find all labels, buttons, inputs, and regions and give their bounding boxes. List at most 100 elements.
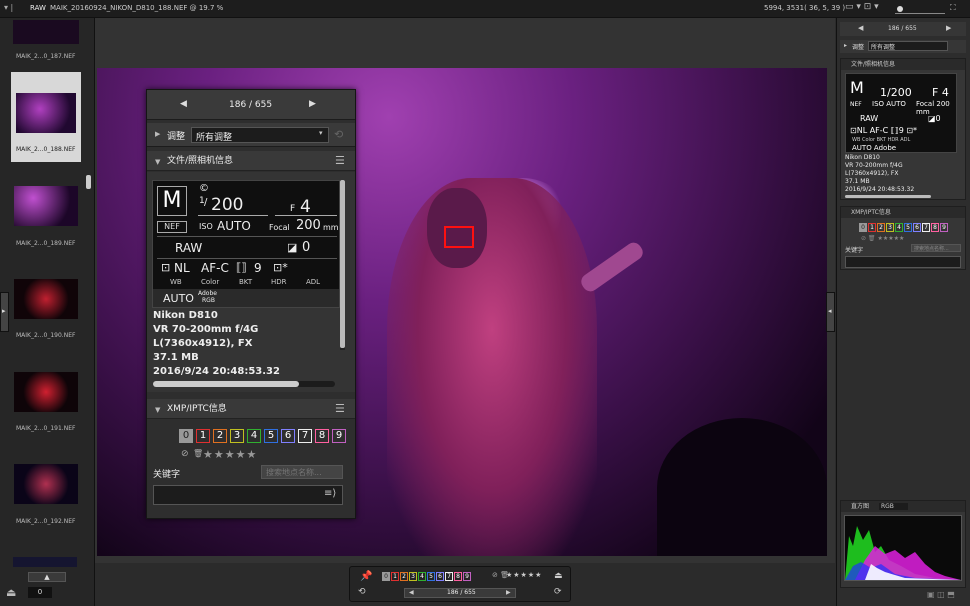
section-title[interactable]: 文件/照相机信息 (841, 59, 965, 70)
filmstrip-thumb[interactable] (14, 372, 78, 412)
image-size: L(7360x4912), FX (153, 338, 253, 349)
list-icon[interactable]: ☰ (335, 151, 345, 171)
histogram-channel-select[interactable]: RGB (878, 503, 908, 510)
right-xmp-section: XMP/IPTC信息 0123456789 ⊘ 🗑 ★★★★★ 关键字 搜索地点… (840, 206, 966, 270)
keyword-field[interactable] (845, 256, 961, 268)
color-label-2[interactable]: 2 (213, 429, 227, 443)
expand-icon[interactable]: ▶ (155, 130, 160, 138)
color-label-6[interactable]: 6 (281, 429, 295, 443)
color-label-7[interactable]: 7 (298, 429, 312, 443)
color-label-9[interactable]: 9 (332, 429, 346, 443)
rotate-left-icon[interactable]: ⟲ (358, 587, 366, 597)
filmstrip-thumb[interactable] (14, 279, 78, 319)
zoom-slider[interactable] (895, 3, 945, 14)
keyword-list-icon[interactable]: ≡⟩ (324, 488, 336, 499)
adjust-select[interactable]: 所有调整 ▾ (191, 127, 329, 143)
filmstrip-scroll-up[interactable]: ▲ (28, 572, 66, 582)
prev-image-button[interactable]: ◀ (409, 589, 414, 596)
rating-stars[interactable]: ⊘ 🗑 ★★★★★ (861, 235, 904, 242)
filmstrip-thumb[interactable] (14, 186, 78, 226)
section-title: XMP/IPTC信息 (167, 404, 227, 414)
bkt-label: BKT (239, 278, 253, 286)
rating-stars[interactable]: ★★★★★ (203, 448, 257, 461)
keyword-search-input[interactable] (261, 465, 343, 479)
color-label-6[interactable]: 6 (436, 572, 444, 581)
keyword-search-input[interactable]: 搜索地点名称... (911, 244, 961, 252)
color-label-0[interactable]: 0 (382, 572, 390, 581)
filmstrip-thumb[interactable] (13, 557, 77, 567)
horizontal-scrollbar[interactable] (845, 195, 931, 198)
next-image-button[interactable]: ▶ (946, 24, 951, 32)
histogram-header[interactable]: 直方图 RGB (841, 501, 965, 512)
color-label-5[interactable]: 5 (904, 223, 912, 232)
rating-stars[interactable]: ★★★★★ (506, 571, 542, 579)
thumb-caption: MAIK_2...0_191.NEF (16, 425, 76, 432)
color-label-9[interactable]: 9 (463, 572, 471, 581)
bottom-nav: ◀ 186 / 655 ▶ (404, 588, 516, 598)
fit-icon[interactable]: ⛶ (950, 3, 956, 13)
color-label-1[interactable]: 1 (868, 223, 876, 232)
horizontal-scrollbar[interactable] (153, 381, 335, 387)
filmstrip-thumb-top[interactable] (13, 20, 79, 44)
color-label-4[interactable]: 4 (247, 429, 261, 443)
panel-footer-icons[interactable]: ▣ ◫ ⬒ (927, 590, 955, 599)
rotate-right-icon[interactable]: ⟳ (554, 587, 562, 597)
print-icon[interactable]: ⏏ (554, 571, 563, 581)
color-label-9[interactable]: 9 (940, 223, 948, 232)
camera-section-header[interactable]: ▼ 文件/照相机信息 ☰ (147, 151, 355, 171)
color-label-3[interactable]: 3 (409, 572, 417, 581)
menu-icon[interactable]: ▾ | (4, 3, 13, 12)
section-title[interactable]: XMP/IPTC信息 (841, 207, 965, 218)
lens-model: VR 70-200mm f/4G (153, 324, 259, 335)
color-label-2[interactable]: 2 (877, 223, 885, 232)
trash-icon[interactable]: 🗑 (193, 449, 203, 458)
adjust-select-value: 所有调整 (871, 44, 896, 51)
filmstrip-thumb[interactable] (16, 93, 76, 133)
histogram-label: 直方图 (851, 503, 870, 510)
keyword-field[interactable]: ≡⟩ (153, 485, 343, 505)
zoom-thumb[interactable] (897, 6, 903, 12)
prev-image-button[interactable]: ◀ (858, 24, 863, 32)
color-label-4[interactable]: 4 (418, 572, 426, 581)
color-label-0[interactable]: 0 (859, 223, 867, 232)
next-image-button[interactable]: ▶ (309, 99, 316, 109)
file-size: 37.1 MB (845, 178, 870, 185)
color-label-6[interactable]: 6 (913, 223, 921, 232)
reset-icon[interactable]: ⟲ (334, 128, 343, 141)
color-space-2: RGB (202, 297, 215, 304)
color-label-1[interactable]: 1 (391, 572, 399, 581)
collapse-right-button[interactable]: ◂ (826, 292, 835, 332)
next-image-button[interactable]: ▶ (506, 589, 511, 596)
focal-label: Focal (269, 223, 290, 232)
palette-nav: ◀ 186 / 655 ▶ (147, 90, 355, 120)
color-label-1[interactable]: 1 (196, 429, 210, 443)
color-label-2[interactable]: 2 (400, 572, 408, 581)
color-label-3[interactable]: 3 (230, 429, 244, 443)
xmp-section-header[interactable]: ▼ XMP/IPTC信息 ☰ (147, 399, 355, 419)
filmstrip-thumb[interactable] (14, 464, 78, 504)
color-label-0[interactable]: 0 (179, 429, 193, 443)
stack-icon[interactable]: ⏏ (6, 586, 16, 599)
color-label-8[interactable]: 8 (315, 429, 329, 443)
view-mode-icons[interactable]: ▭ ▾ ⊡ ▾ (845, 2, 879, 12)
filmstrip-counter: 0 (28, 587, 52, 598)
reject-icon[interactable]: ⊘ (181, 449, 189, 459)
color-label-4[interactable]: 4 (895, 223, 903, 232)
color-label-8[interactable]: 8 (931, 223, 939, 232)
filmstrip-scrollbar[interactable] (86, 175, 91, 189)
color-label-7[interactable]: 7 (922, 223, 930, 232)
collapse-left-button[interactable]: ▸ (0, 292, 9, 332)
color-label-5[interactable]: 5 (427, 572, 435, 581)
color-label-8[interactable]: 8 (454, 572, 462, 581)
right-nav: ◀ 186 / 655 ▶ (840, 22, 966, 36)
color-label-3[interactable]: 3 (886, 223, 894, 232)
hdr-label: HDR (271, 278, 287, 286)
pin-icon[interactable]: 📌 (360, 571, 372, 582)
color-label-7[interactable]: 7 (445, 572, 453, 581)
adjust-select[interactable]: 所有调整 (868, 41, 948, 51)
palette-scrollbar[interactable] (340, 180, 345, 350)
color-label-5[interactable]: 5 (264, 429, 278, 443)
list-icon[interactable]: ☰ (335, 399, 345, 419)
prev-image-button[interactable]: ◀ (180, 99, 187, 109)
image-counter: 186 / 655 (229, 100, 273, 110)
